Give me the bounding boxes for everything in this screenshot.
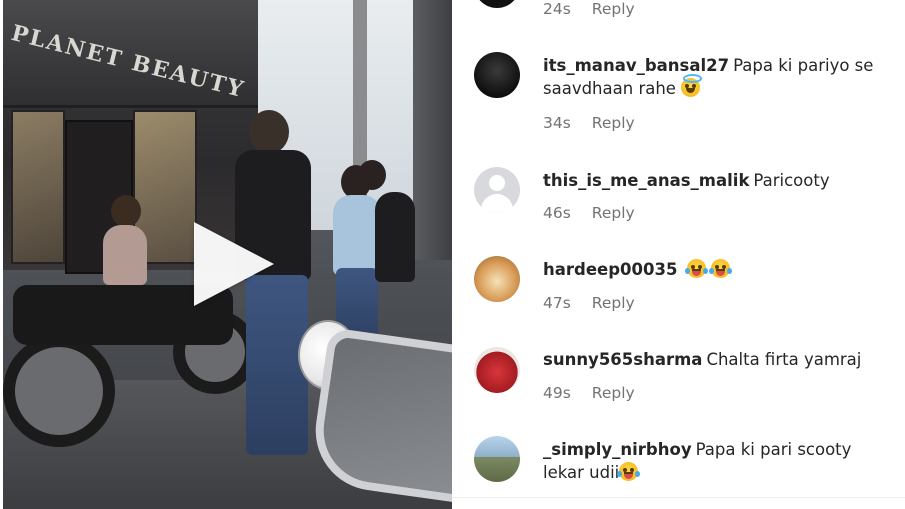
comment-time: 47s xyxy=(543,294,571,312)
video-player[interactable]: PLANET BEAUTY xyxy=(3,0,452,509)
comment-text-line1: Papa ki pari scooty xyxy=(695,440,852,459)
avatar[interactable] xyxy=(474,436,520,482)
store-sign: PLANET BEAUTY xyxy=(3,0,258,108)
comment-meta: 49s Reply xyxy=(543,384,635,402)
reply-button[interactable]: Reply xyxy=(592,294,635,312)
reply-button[interactable]: Reply xyxy=(592,204,635,222)
comment-meta: 24s Reply xyxy=(543,0,635,18)
face-with-tears-of-joy-icon xyxy=(684,259,708,278)
default-avatar-body xyxy=(481,194,513,213)
comment-text-line1: Chalta firta yamraj xyxy=(706,350,862,369)
comment-body: sunny565sharma Chalta firta yamraj xyxy=(543,348,883,371)
person-head xyxy=(249,110,289,154)
comment-time: 34s xyxy=(543,114,571,132)
person-head-4 xyxy=(111,195,141,227)
video-pole-right xyxy=(413,0,452,260)
comment-meta: 47s Reply xyxy=(543,294,635,312)
avatar[interactable] xyxy=(474,167,520,213)
smiling-face-with-halo-icon xyxy=(681,74,703,97)
comment-text-line1: Papa ki pariyo se xyxy=(733,56,874,75)
comment-username[interactable]: hardeep00035 xyxy=(543,260,677,279)
panel-bottom-divider xyxy=(452,497,905,498)
comment-time: 24s xyxy=(543,0,571,18)
person-torso-2 xyxy=(333,195,381,275)
comment-username[interactable]: this_is_me_anas_malik xyxy=(543,171,749,190)
comment-body: its_manav_bansal27 Papa ki pariyo se saav… xyxy=(543,54,883,100)
comment-text-line1: Paricooty xyxy=(753,171,830,190)
comment-text-line2: lekar udii xyxy=(543,463,620,482)
comment-body: this_is_me_anas_malik Paricooty xyxy=(543,169,883,192)
person-torso-4 xyxy=(103,225,147,285)
comment-username[interactable]: _simply_nirbhoy xyxy=(543,440,692,459)
avatar[interactable] xyxy=(474,0,520,8)
motorcycle-wheel-front xyxy=(3,335,115,447)
comment-meta: 46s Reply xyxy=(543,204,635,222)
comment-text-line2: saavdhaan rahe xyxy=(543,79,676,98)
reply-button[interactable]: Reply xyxy=(592,384,635,402)
store-window-left xyxy=(11,110,65,264)
app-root: PLANET BEAUTY 24s Reply its_manav_bansal… xyxy=(0,0,905,509)
reply-button[interactable]: Reply xyxy=(592,0,635,18)
avatar[interactable] xyxy=(474,347,520,393)
avatar[interactable] xyxy=(474,52,520,98)
comment-body: hardeep00035 xyxy=(543,258,883,281)
comment-time: 49s xyxy=(543,384,571,402)
store-sign-text: PLANET BEAUTY xyxy=(8,20,248,104)
person-head-3 xyxy=(358,160,386,190)
comments-panel: 24s Reply its_manav_bansal27 Papa ki pari… xyxy=(452,0,905,509)
person-torso-3 xyxy=(375,192,415,282)
play-icon[interactable] xyxy=(194,222,274,306)
reply-button[interactable]: Reply xyxy=(592,114,635,132)
comment-time: 46s xyxy=(543,204,571,222)
comment-username[interactable]: sunny565sharma xyxy=(543,350,702,369)
comment-body: _simply_nirbhoy Papa ki pari scooty lekar… xyxy=(543,438,883,484)
default-avatar-head xyxy=(489,175,505,191)
avatar[interactable] xyxy=(474,256,520,302)
comment-username[interactable]: its_manav_bansal27 xyxy=(543,56,729,75)
face-with-tears-of-joy-icon xyxy=(708,259,732,278)
comment-meta: 34s Reply xyxy=(543,114,635,132)
face-with-tears-of-joy-icon xyxy=(617,462,641,481)
